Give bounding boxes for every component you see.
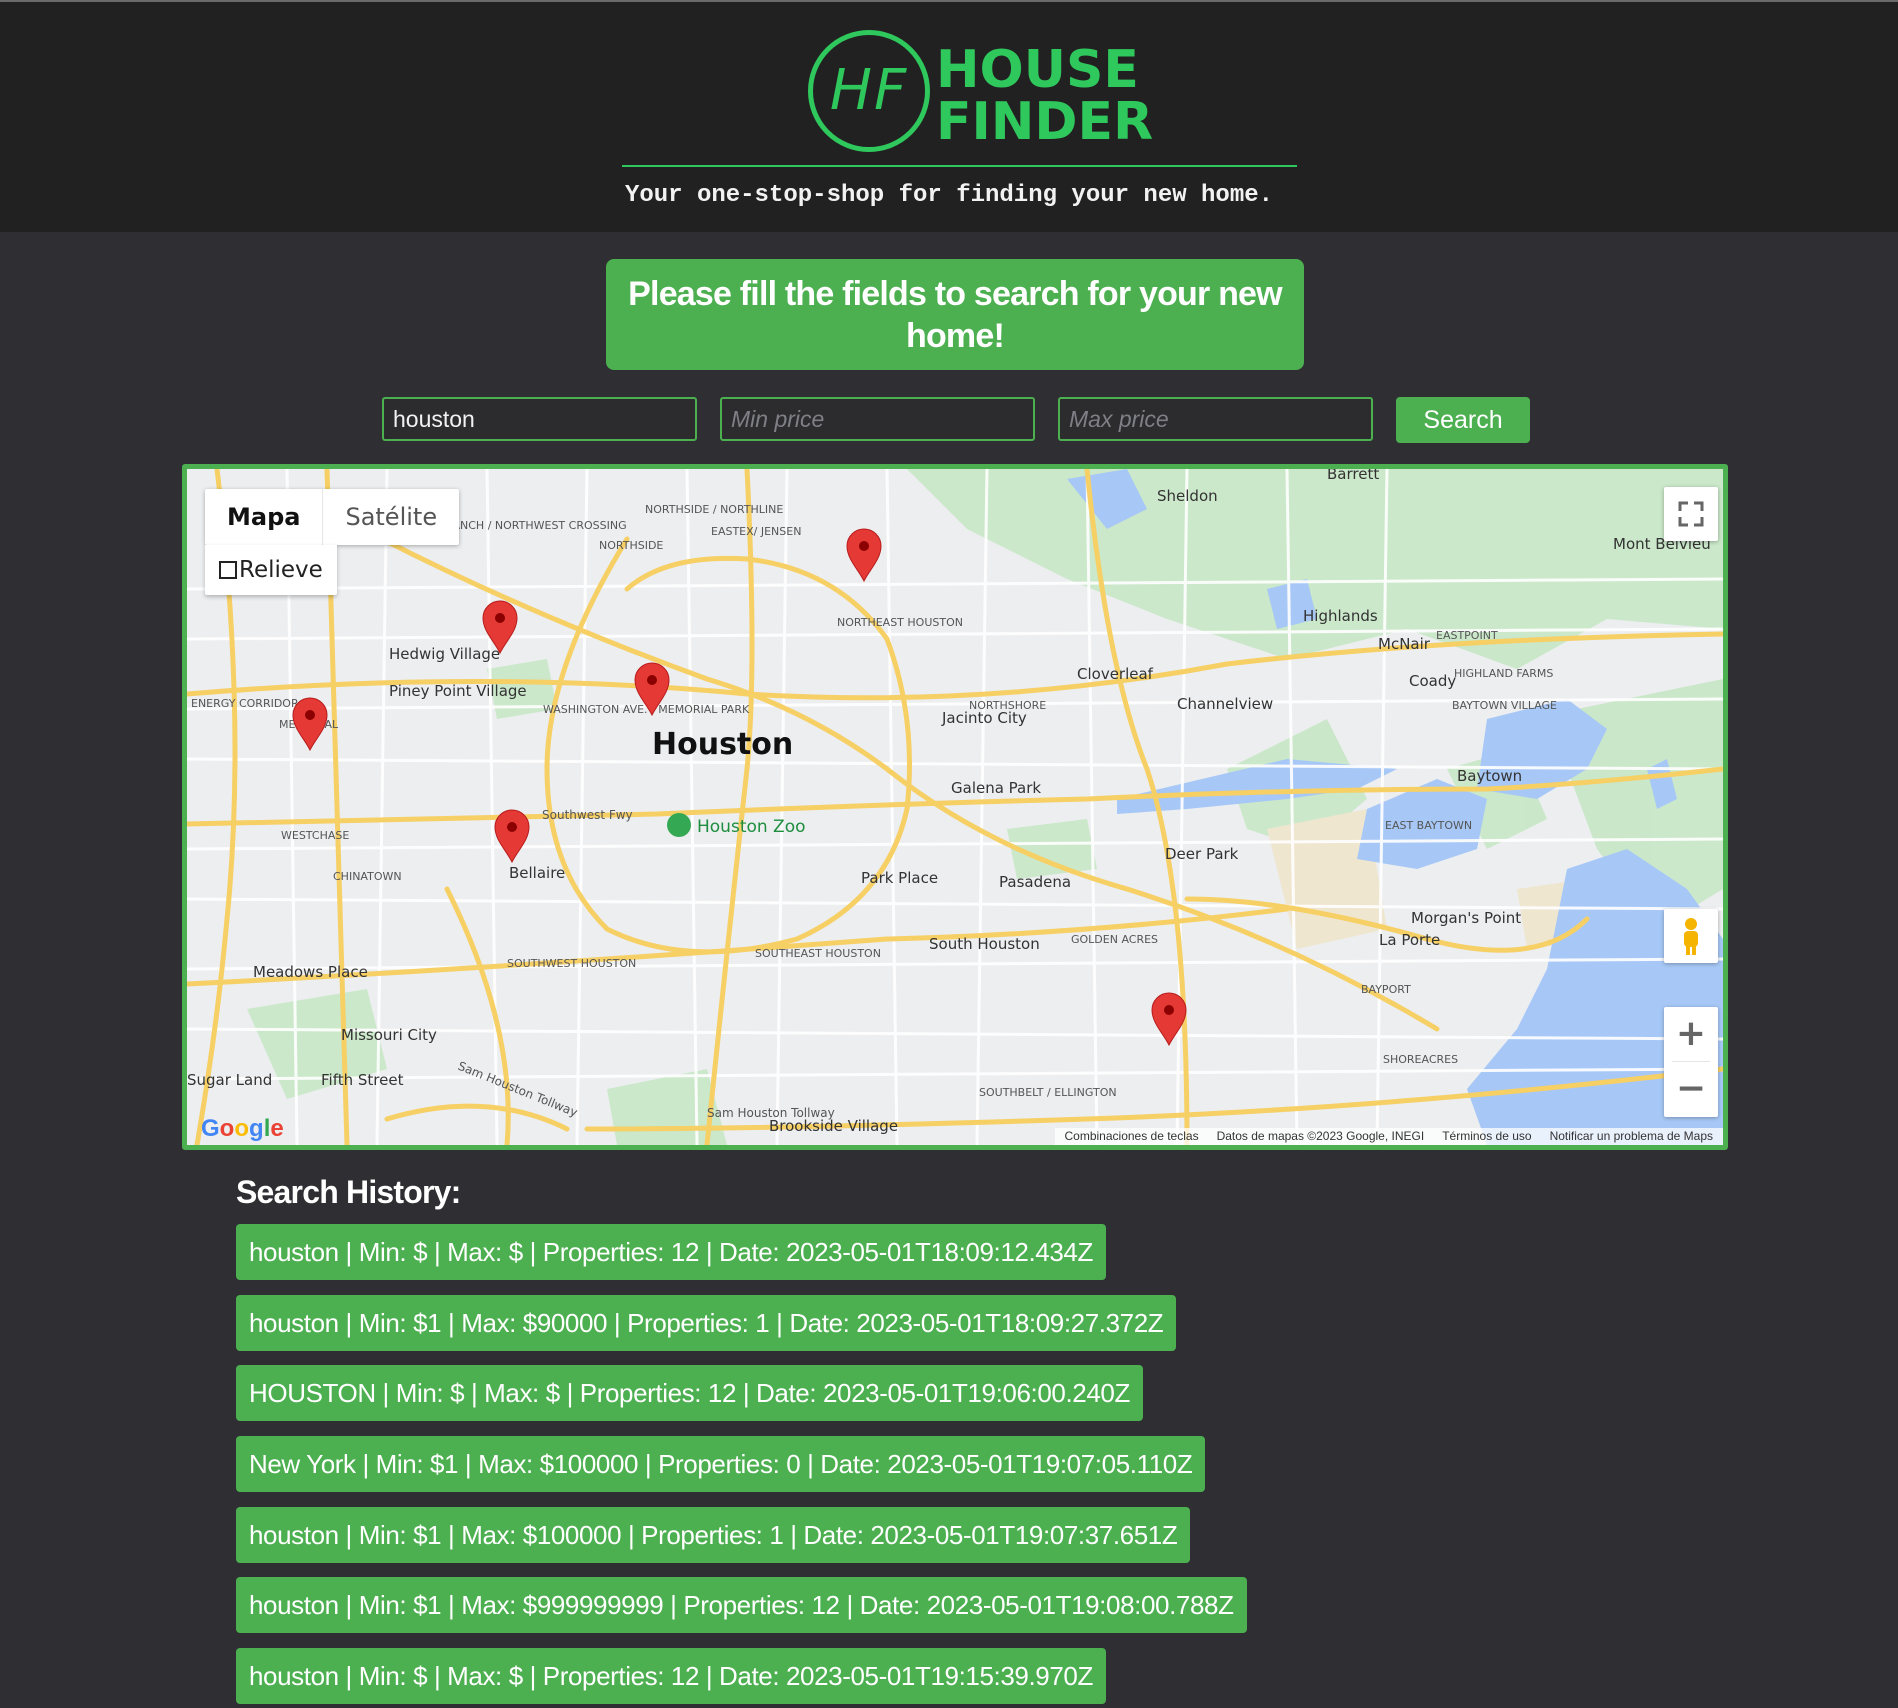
- history-item[interactable]: houston | Min: $ | Max: $ | Properties: …: [236, 1224, 1106, 1280]
- map-type-map-button[interactable]: Mapa: [205, 489, 322, 545]
- fullscreen-button[interactable]: [1664, 487, 1718, 541]
- map-label: Highlands: [1303, 607, 1378, 625]
- map-label: Pasadena: [999, 873, 1071, 891]
- map-marker-dot: [1164, 1005, 1174, 1015]
- map-label: Sugar Land: [187, 1071, 272, 1089]
- map-label: Deer Park: [1165, 845, 1239, 863]
- history-item[interactable]: HOUSTON | Min: $ | Max: $ | Properties: …: [236, 1365, 1143, 1421]
- house-finder-logo[interactable]: HF HOUSE FINDER: [808, 30, 1153, 154]
- map-label: SHOREACRES: [1383, 1053, 1458, 1066]
- instruction-banner: Please fill the fields to search for you…: [606, 259, 1304, 370]
- map-marker-dot: [647, 675, 657, 685]
- terms-link[interactable]: Términos de uso: [1442, 1128, 1531, 1145]
- map-label: Piney Point Village: [389, 682, 527, 700]
- logo-mark: HF: [829, 58, 909, 123]
- logo-word-finder: FINDER: [936, 92, 1154, 152]
- map-label: Barrett: [1327, 469, 1379, 483]
- map-label: EASTEX/ JENSEN: [711, 525, 801, 538]
- map-type-control: Mapa Satélite: [205, 489, 460, 545]
- pegman-button[interactable]: [1664, 909, 1718, 963]
- map-label: NORTHEAST HOUSTON: [837, 616, 963, 629]
- zoom-in-button[interactable]: +: [1664, 1007, 1718, 1061]
- history-item[interactable]: houston | Min: $1 | Max: $90000 | Proper…: [236, 1295, 1177, 1351]
- map-city-label: Houston: [652, 727, 793, 762]
- map-label: HIGHLAND FARMS: [1454, 667, 1553, 680]
- map-label: Galena Park: [951, 779, 1041, 797]
- map-label: EAST BAYTOWN: [1385, 819, 1472, 832]
- map-label: ENERGY CORRIDOR: [191, 697, 299, 710]
- location-input[interactable]: [382, 397, 697, 441]
- map-label: WESTCHASE: [281, 829, 349, 842]
- site-header: HF HOUSE FINDER Your one-stop-shop for f…: [0, 2, 1898, 232]
- map-label: Bellaire: [509, 864, 565, 882]
- pegman-icon: [1684, 918, 1698, 955]
- map-label: NORTHSIDE / NORTHLINE: [645, 503, 783, 516]
- map-label: SOUTHWEST HOUSTON: [507, 957, 636, 970]
- tagline: Your one-stop-shop for finding your new …: [624, 182, 1274, 209]
- map-label: Baytown: [1457, 767, 1522, 785]
- keyboard-shortcuts-link[interactable]: Combinaciones de teclas: [1065, 1128, 1199, 1145]
- map-label: Coady: [1409, 672, 1456, 690]
- map-canvas[interactable]: Sheldon Barrett Mont Belvieu Highlands M…: [187, 469, 1723, 1145]
- terrain-checkbox[interactable]: Relieve: [205, 545, 337, 595]
- map-label: Meadows Place: [253, 963, 368, 981]
- history-title: Search History:: [236, 1174, 461, 1210]
- map-label: GOLDEN ACRES: [1071, 933, 1158, 946]
- google-logo[interactable]: Google: [201, 1115, 284, 1143]
- map-container[interactable]: Sheldon Barrett Mont Belvieu Highlands M…: [182, 464, 1728, 1150]
- map-label: Hedwig Village: [389, 645, 500, 663]
- map-label: Fifth Street: [321, 1071, 404, 1089]
- map-data-credit: Datos de mapas ©2023 Google, INEGI: [1216, 1129, 1425, 1143]
- map-label: Sam Houston Tollway: [707, 1106, 835, 1120]
- min-price-input[interactable]: [720, 397, 1035, 441]
- map-label: Jacinto City: [941, 709, 1027, 727]
- map-marker-dot: [507, 822, 517, 832]
- map-label: EASTPOINT: [1436, 629, 1498, 642]
- map-label: Channelview: [1177, 695, 1273, 713]
- map-label: Missouri City: [341, 1026, 437, 1044]
- map-label: SOUTHBELT / ELLINGTON: [979, 1086, 1117, 1099]
- logo-word-house: HOUSE: [936, 40, 1139, 100]
- map-label: NORTHSIDE: [599, 539, 663, 552]
- map-label: Southwest Fwy: [542, 808, 633, 822]
- history-item[interactable]: houston | Min: $ | Max: $ | Properties: …: [236, 1648, 1106, 1704]
- map-label: CHINATOWN: [333, 870, 402, 883]
- map-label: Sheldon: [1157, 487, 1218, 505]
- map-label: SOUTHEAST HOUSTON: [755, 947, 881, 960]
- report-problem-link[interactable]: Notificar un problema de Maps: [1550, 1128, 1713, 1145]
- terrain-label: Relieve: [239, 557, 323, 583]
- map-zoo-label: Houston Zoo: [697, 817, 806, 837]
- zoo-icon: [667, 813, 691, 837]
- map-attribution: Combinaciones de teclas Datos de mapas ©…: [1054, 1128, 1723, 1145]
- map-type-satellite-button[interactable]: Satélite: [322, 489, 459, 545]
- map-label: Cloverleaf: [1077, 665, 1154, 683]
- map-label: Park Place: [861, 869, 938, 887]
- history-item[interactable]: houston | Min: $1 | Max: $999999999 | Pr…: [236, 1577, 1247, 1633]
- history-item[interactable]: New York | Min: $1 | Max: $100000 | Prop…: [236, 1436, 1206, 1492]
- max-price-input[interactable]: [1058, 397, 1373, 441]
- map-label: South Houston: [929, 935, 1040, 953]
- map-label: Morgan's Point: [1411, 909, 1521, 927]
- history-item[interactable]: houston | Min: $1 | Max: $100000 | Prope…: [236, 1507, 1191, 1563]
- checkbox-icon: [219, 561, 237, 579]
- header-divider: [622, 165, 1297, 167]
- map-label: McNair: [1378, 635, 1431, 653]
- fullscreen-icon: [1678, 501, 1704, 527]
- zoom-control: + −: [1664, 1007, 1718, 1117]
- zoom-out-button[interactable]: −: [1664, 1062, 1718, 1116]
- map-label: BAYTOWN VILLAGE: [1452, 699, 1557, 712]
- map-marker-dot: [305, 710, 315, 720]
- search-button[interactable]: Search: [1396, 397, 1530, 443]
- map-label: BAYPORT: [1361, 983, 1411, 996]
- map-marker-dot: [859, 541, 869, 551]
- map-marker-dot: [495, 613, 505, 623]
- map-label: La Porte: [1379, 931, 1440, 949]
